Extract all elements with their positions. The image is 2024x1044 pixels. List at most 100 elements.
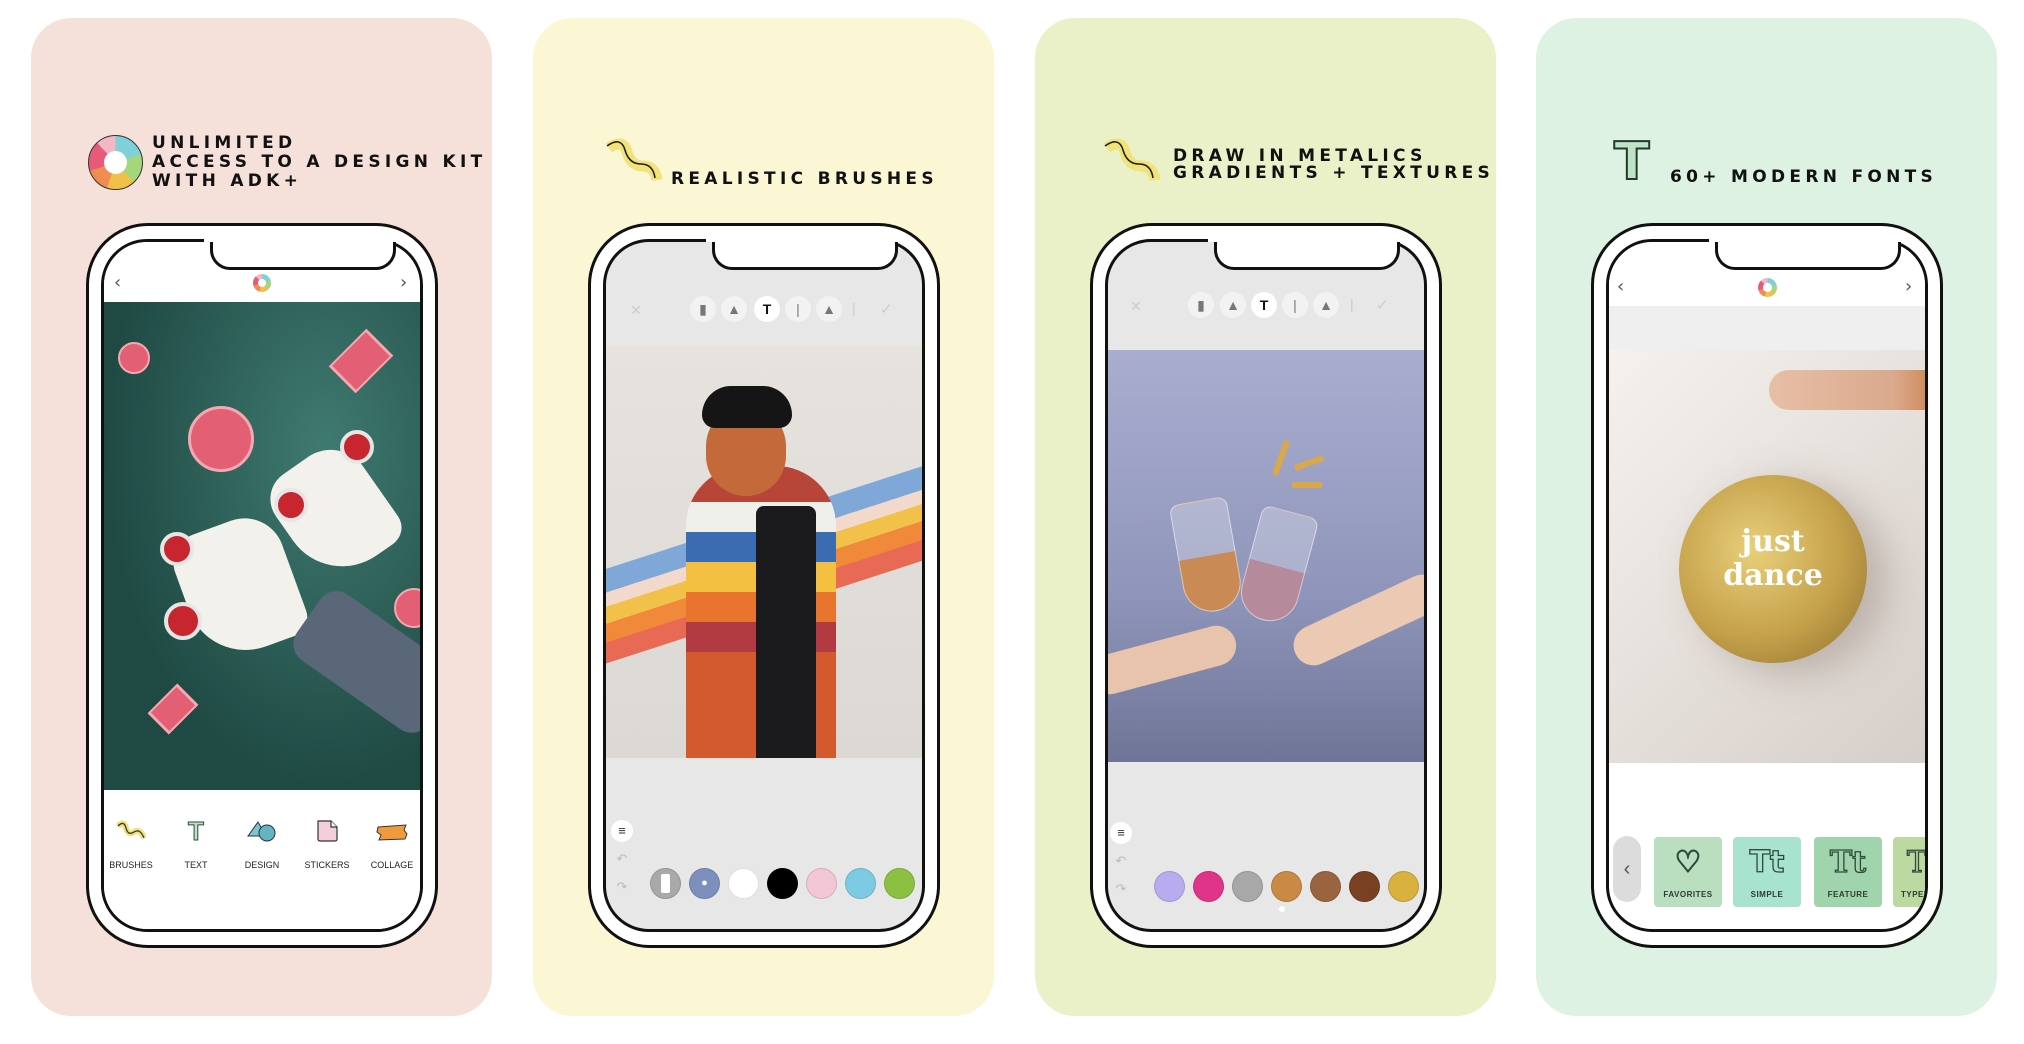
paint-roller-tool[interactable]: T bbox=[754, 296, 780, 322]
nav-design[interactable]: DESIGN bbox=[232, 816, 292, 870]
brush-tool[interactable]: ▲ bbox=[1220, 292, 1246, 318]
nav-text[interactable]: T TEXT bbox=[166, 816, 226, 871]
brush-tool[interactable]: ▲ bbox=[721, 296, 747, 322]
tile-label: FAVORITES bbox=[1663, 890, 1713, 899]
marker-tool[interactable]: ▮ bbox=[690, 296, 716, 322]
panel-title: 60+ MODERN FONTS bbox=[1670, 167, 1938, 187]
arm bbox=[1769, 370, 1925, 410]
color-swatch[interactable] bbox=[884, 868, 915, 899]
tt-icon: Tt bbox=[1829, 844, 1867, 880]
notch-mask bbox=[1208, 239, 1400, 242]
back-chevron-icon[interactable]: ‹ bbox=[114, 272, 121, 293]
heart-icon: ♡ bbox=[1674, 844, 1702, 880]
close-icon[interactable]: ✕ bbox=[630, 302, 642, 319]
forward-chevron-icon[interactable]: › bbox=[1905, 276, 1912, 297]
wheel bbox=[274, 488, 308, 522]
t-icon: T bbox=[1906, 844, 1928, 880]
redo-icon[interactable]: ↷ bbox=[611, 876, 633, 898]
color-swatch[interactable] bbox=[806, 868, 837, 899]
color-swatch[interactable] bbox=[728, 868, 759, 899]
logo-ring-icon bbox=[88, 135, 143, 190]
color-swatch[interactable] bbox=[1193, 871, 1224, 902]
notch-mask bbox=[204, 239, 396, 242]
font-tile-feature[interactable]: Tt FEATURE bbox=[1814, 837, 1882, 907]
tiles-back-button[interactable]: ‹ bbox=[1613, 836, 1641, 902]
paint-roller-tool[interactable]: T bbox=[1251, 292, 1277, 318]
undo-icon[interactable]: ↶ bbox=[611, 848, 633, 870]
nav-label: BRUSHES bbox=[109, 860, 153, 870]
overlay-text: just dance bbox=[1679, 525, 1867, 593]
phone-notch bbox=[1715, 239, 1901, 270]
backpack-strap bbox=[756, 506, 816, 758]
text-t-icon: T bbox=[188, 816, 205, 847]
color-swatch[interactable] bbox=[1310, 871, 1341, 902]
fine-liner-tool[interactable]: | bbox=[852, 300, 856, 316]
font-tile-simple[interactable]: Tt SIMPLE bbox=[1733, 837, 1801, 907]
gold-sparkle bbox=[1292, 482, 1322, 488]
panel-realistic-brushes: REALISTIC BRUSHES ✕ ▮ ▲ T | ▲ | ✓ ≡ ↶ ↷ … bbox=[533, 18, 994, 1016]
phone-screen: ‹ › BRUSHES T TEXT DESIGN STICKERS COLLA… bbox=[101, 239, 423, 932]
nav-label: COLLAGE bbox=[370, 860, 414, 870]
forward-chevron-icon[interactable]: › bbox=[400, 272, 407, 293]
nav-label: DESIGN bbox=[244, 860, 280, 870]
color-swatch[interactable] bbox=[1154, 871, 1185, 902]
app-logo-icon bbox=[1758, 278, 1777, 297]
pencil-tool[interactable]: ▲ bbox=[816, 296, 842, 322]
color-swatch[interactable] bbox=[767, 868, 798, 899]
redo-icon[interactable]: ↷ bbox=[1110, 878, 1132, 900]
color-swatch[interactable] bbox=[1232, 871, 1263, 902]
notch-mask bbox=[1709, 239, 1901, 242]
circle-sticker bbox=[118, 342, 150, 374]
close-icon[interactable]: ✕ bbox=[1130, 298, 1142, 315]
fine-liner-tool[interactable]: | bbox=[1350, 296, 1354, 312]
panel-design-kit: UNLIMITED ACCESS TO A DESIGN KIT WITH AD… bbox=[31, 18, 492, 1016]
confirm-icon[interactable]: ✓ bbox=[880, 300, 893, 318]
sticker-icon bbox=[317, 820, 338, 842]
panel-title: DRAW IN METALICS GRADIENTS + TEXTURES bbox=[1173, 148, 1494, 182]
wheel bbox=[160, 532, 194, 566]
photo-disco-ball: just dance bbox=[1609, 350, 1925, 763]
title-line: UNLIMITED bbox=[152, 133, 297, 153]
title-line: WITH ADK+ bbox=[152, 171, 303, 191]
marker-tool[interactable]: ▮ bbox=[1188, 292, 1214, 318]
back-chevron-icon[interactable]: ‹ bbox=[1617, 276, 1624, 297]
phone-frame: ✕ ▮ ▲ T | ▲ | ✓ ≡ ↶ ↷ bbox=[1090, 223, 1442, 948]
menu-icon[interactable]: ≡ bbox=[611, 820, 633, 842]
color-swatch[interactable] bbox=[1388, 871, 1419, 902]
tape-icon bbox=[376, 824, 408, 841]
shapes-icon bbox=[247, 821, 276, 842]
undo-icon[interactable]: ↶ bbox=[1110, 850, 1132, 872]
font-tile-favorites[interactable]: ♡ FAVORITES bbox=[1654, 837, 1722, 907]
color-swatch[interactable] bbox=[1349, 871, 1380, 902]
confirm-icon[interactable]: ✓ bbox=[1376, 296, 1389, 314]
pen-tool[interactable]: | bbox=[1282, 292, 1308, 318]
notch-mask bbox=[706, 239, 898, 242]
panel-title: REALISTIC BRUSHES bbox=[671, 169, 938, 189]
nav-stickers[interactable]: STICKERS bbox=[297, 816, 357, 870]
color-swatch[interactable] bbox=[1271, 871, 1302, 902]
water-drop-icon: ● bbox=[701, 877, 708, 889]
nav-label: STICKERS bbox=[304, 860, 350, 870]
overlay-text-line: just bbox=[1741, 524, 1805, 559]
gold-sparkle bbox=[1272, 440, 1290, 476]
font-tile-typewriter[interactable]: T TYPEW bbox=[1893, 837, 1928, 907]
eraser-icon bbox=[661, 874, 670, 893]
brush-squiggle-icon bbox=[115, 820, 147, 840]
diamond-sticker bbox=[147, 683, 199, 735]
color-swatch[interactable]: ● bbox=[689, 868, 720, 899]
gray-strip bbox=[1609, 306, 1925, 350]
photo-wine-toast bbox=[1108, 350, 1424, 762]
nav-brushes[interactable]: BRUSHES bbox=[104, 816, 161, 870]
menu-icon[interactable]: ≡ bbox=[1110, 822, 1132, 844]
brush-toolbar: ✕ ▮ ▲ T | ▲ | ✓ bbox=[606, 296, 922, 326]
color-swatch[interactable] bbox=[845, 868, 876, 899]
brush-squiggle-icon bbox=[1103, 138, 1161, 182]
nav-collage[interactable]: COLLAGE bbox=[362, 816, 420, 870]
pencil-tool[interactable]: ▲ bbox=[1313, 292, 1339, 318]
eraser-swatch[interactable] bbox=[650, 868, 681, 899]
tile-label: TYPEW bbox=[1901, 890, 1925, 899]
phone-frame: ‹ › just dance ‹ ♡ FAVORITES Tt SIMPLE T… bbox=[1591, 223, 1943, 948]
palette-expand-caret[interactable] bbox=[1279, 906, 1285, 912]
pen-tool[interactable]: | bbox=[785, 296, 811, 322]
overlay-text-line: dance bbox=[1723, 558, 1823, 593]
